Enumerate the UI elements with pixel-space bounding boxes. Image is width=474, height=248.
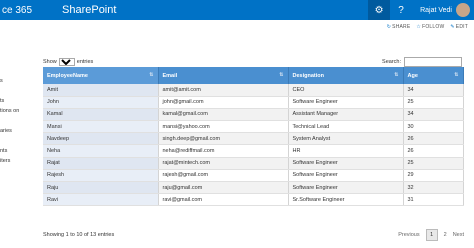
- column-header-age[interactable]: Age ⇅: [403, 67, 464, 84]
- column-header-employee-name[interactable]: EmployeeName ⇅: [43, 67, 159, 84]
- cell-age: 29: [403, 169, 464, 183]
- cell-employee-name: Mansi: [43, 120, 159, 134]
- previous-button[interactable]: Previous: [398, 232, 419, 238]
- nav-item[interactable]: aries: [0, 126, 30, 136]
- cell-employee-name: Kamal: [43, 108, 159, 122]
- cell-designation: Software Engineer: [288, 157, 404, 170]
- cell-designation: Software Engineer: [288, 169, 404, 183]
- cell-employee-name: Neha: [43, 144, 159, 158]
- cell-age: 32: [403, 181, 464, 195]
- avatar[interactable]: [456, 3, 470, 17]
- cell-age: 34: [403, 84, 464, 97]
- cell-designation: Software Engineer: [288, 96, 404, 109]
- entries-label: entries: [76, 59, 94, 65]
- next-button[interactable]: Next: [453, 232, 464, 238]
- nav-item[interactable]: nts: [0, 146, 30, 156]
- cell-email: john@gmail.com: [158, 96, 289, 109]
- user-name[interactable]: Rajat Vedi: [412, 7, 456, 14]
- entries-select[interactable]: 10: [58, 58, 75, 66]
- follow-button[interactable]: ☆FOLLOW: [416, 24, 444, 30]
- search-label: Search:: [382, 59, 401, 65]
- cell-age: 25: [403, 157, 464, 170]
- table-search: Search:: [382, 57, 462, 67]
- cell-age: 26: [403, 132, 464, 146]
- cell-designation: Software Engineer: [288, 181, 404, 195]
- entries-length-control: Show 10 entries: [43, 58, 93, 66]
- star-icon: ☆: [416, 24, 422, 30]
- cell-email: rajat@mintech.com: [158, 157, 289, 170]
- cell-employee-name: Rajat: [43, 157, 159, 170]
- cell-age: 30: [403, 120, 464, 134]
- table-row: Neha neha@rediffmail.com HR 26: [43, 144, 464, 158]
- cell-email: amit@amit.com: [158, 84, 289, 97]
- nav-item[interactable]: [0, 86, 30, 96]
- table-row: John john@gmail.com Software Engineer 25: [43, 96, 464, 109]
- sort-icon: ⇅: [454, 72, 459, 78]
- cell-designation: Sr.Software Engineer: [288, 193, 404, 207]
- cell-designation: Assistant Manager: [288, 108, 404, 122]
- suite-bar: ce 365 SharePoint ⚙ ? Rajat Vedi: [0, 0, 474, 20]
- nav-item[interactable]: [0, 136, 30, 146]
- cell-email: ravi@gmail.com: [158, 193, 289, 207]
- cell-employee-name: Rajesh: [43, 169, 159, 183]
- share-button[interactable]: ↻SHARE: [387, 24, 411, 30]
- share-icon: ↻: [386, 24, 392, 30]
- cell-email: kamal@gmail.com: [158, 108, 289, 122]
- cell-employee-name: John: [43, 96, 159, 109]
- pencil-icon: ✎: [450, 24, 455, 30]
- table-row: Mansi mansi@yahoo.com Technical Lead 30: [43, 120, 464, 134]
- cell-age: 26: [403, 144, 464, 158]
- cell-employee-name: Amit: [43, 84, 159, 97]
- search-input[interactable]: [404, 57, 462, 67]
- table-row: Rajesh rajesh@gmail.com Software Enginee…: [43, 169, 464, 183]
- nav-item[interactable]: tions on: [0, 106, 30, 116]
- column-header-designation[interactable]: Designation ⇅: [288, 67, 404, 84]
- show-label: Show: [43, 59, 57, 65]
- cell-designation: CEO: [288, 84, 404, 97]
- table-header-row: EmployeeName ⇅ Email ⇅ Designation ⇅ Age ⇅: [43, 67, 464, 84]
- page-button[interactable]: 1: [425, 229, 438, 241]
- cell-age: 31: [403, 193, 464, 207]
- cell-email: mansi@yahoo.com: [158, 120, 289, 134]
- page-actions: ↻SHARE ☆FOLLOW ✎EDIT: [387, 24, 468, 30]
- sort-icon: ⇅: [279, 72, 284, 78]
- sort-icon: ⇅: [149, 72, 154, 78]
- nav-item[interactable]: [0, 116, 30, 126]
- employee-table: EmployeeName ⇅ Email ⇅ Designation ⇅ Age ⇅ A…: [43, 67, 464, 207]
- table-row: Rajat rajat@mintech.com Software Enginee…: [43, 157, 464, 170]
- question-icon[interactable]: ?: [390, 0, 412, 20]
- nav-item[interactable]: iters: [0, 156, 30, 166]
- nav-item[interactable]: s: [0, 76, 30, 86]
- cell-email: singh.deep@gmail.com: [158, 132, 289, 146]
- sort-icon: ⇅: [394, 72, 399, 78]
- cell-employee-name: Ravi: [43, 193, 159, 207]
- nav-item[interactable]: ts: [0, 96, 30, 106]
- cell-employee-name: Raju: [43, 181, 159, 195]
- table-row: Ravi ravi@gmail.com Sr.Software Engineer…: [43, 193, 464, 207]
- cell-email: rajesh@gmail.com: [158, 169, 289, 183]
- cell-age: 34: [403, 108, 464, 122]
- gear-icon[interactable]: ⚙: [368, 0, 391, 20]
- table-row: Kamal kamal@gmail.com Assistant Manager …: [43, 108, 464, 122]
- column-header-email[interactable]: Email ⇅: [158, 67, 289, 84]
- pagination: Previous 1 2 Next: [398, 229, 464, 241]
- app-launcher-title[interactable]: ce 365: [0, 5, 56, 16]
- cell-age: 25: [403, 96, 464, 109]
- cell-designation: Technical Lead: [288, 120, 404, 134]
- site-title[interactable]: SharePoint: [56, 4, 116, 16]
- table-row: Amit amit@amit.com CEO 34: [43, 84, 464, 97]
- left-navigation: s ts tions on aries nts iters: [0, 76, 30, 166]
- table-row: Navdeep singh.deep@gmail.com System Anal…: [43, 132, 464, 146]
- edit-button[interactable]: ✎EDIT: [450, 24, 468, 30]
- table-row: Raju raju@gmail.com Software Engineer 32: [43, 181, 464, 195]
- cell-email: raju@gmail.com: [158, 181, 289, 195]
- cell-designation: HR: [288, 144, 404, 158]
- table-info: Showing 1 to 10 of 13 entries: [43, 232, 115, 238]
- cell-employee-name: Navdeep: [43, 132, 159, 146]
- page-button[interactable]: 2: [444, 232, 447, 238]
- cell-email: neha@rediffmail.com: [158, 144, 289, 158]
- cell-designation: System Analyst: [288, 132, 404, 146]
